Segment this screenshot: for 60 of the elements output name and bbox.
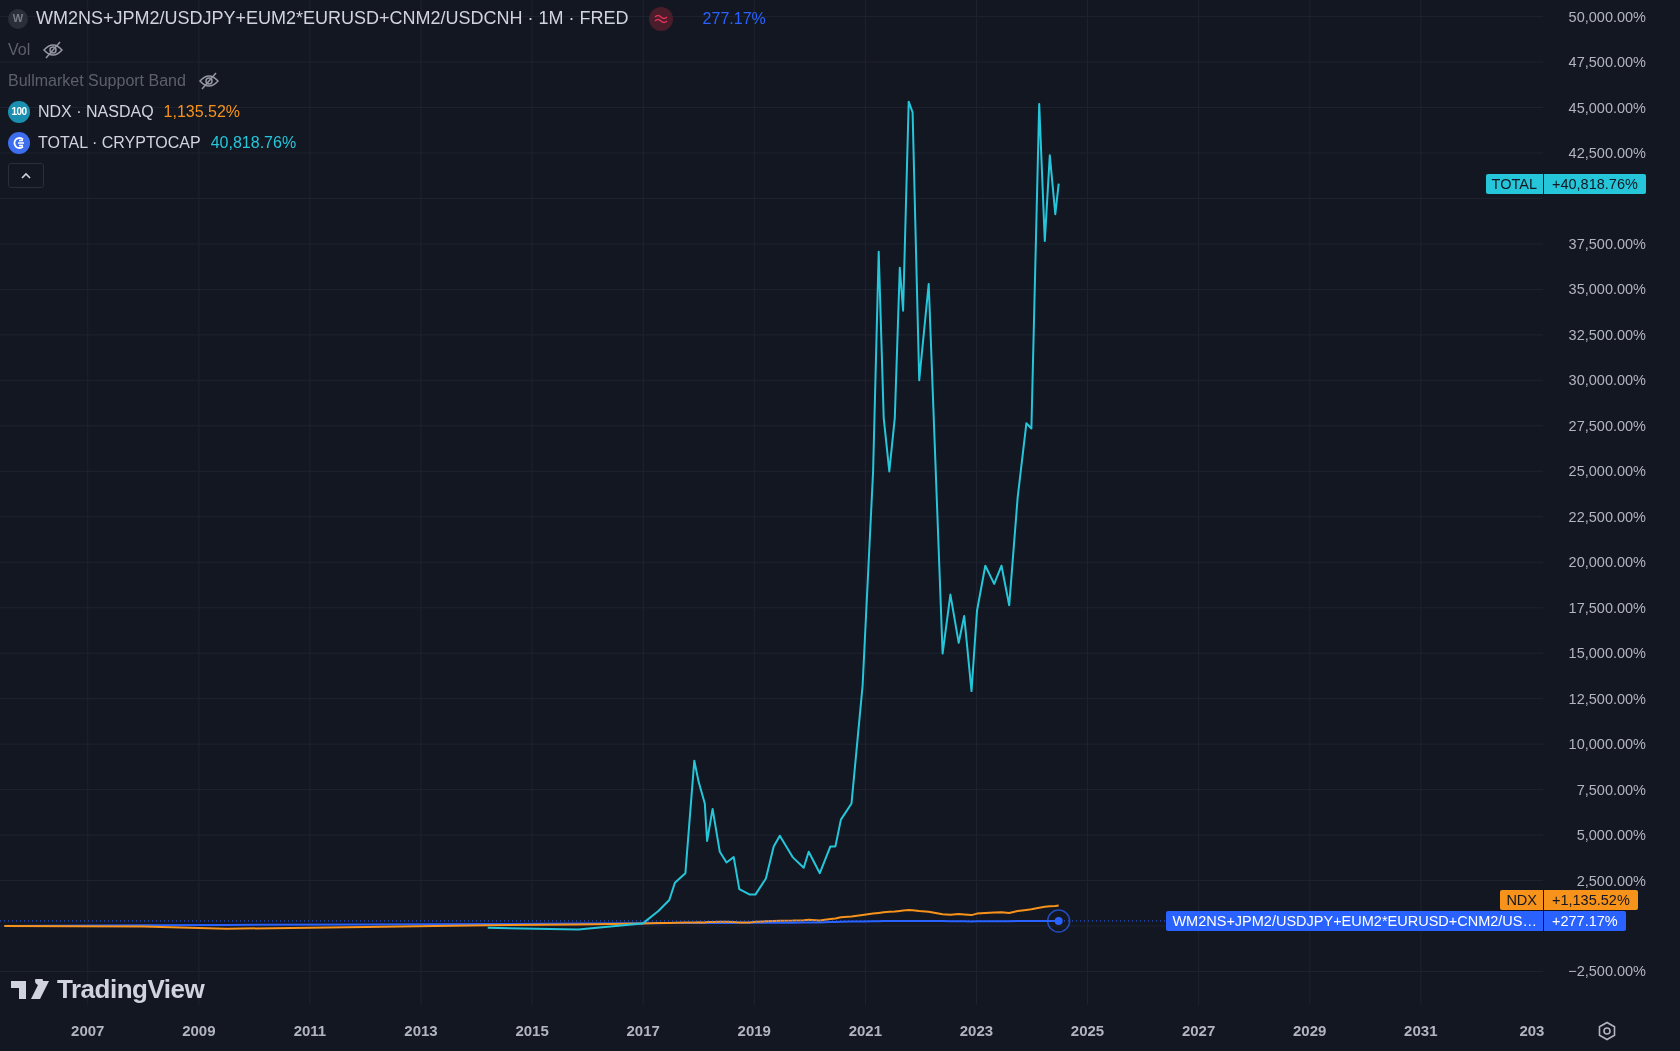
coin-icon [8,131,30,154]
axis-label: 35,000.00% [1568,281,1646,298]
symbol-label[interactable]: NDX · NASDAQ [38,99,154,124]
price-tag: +40,818.76% [1544,173,1646,194]
symbol-title[interactable]: WM2NS+JPM2/USDJPY+EUM2*EURUSD+CNM2/USDCNH · 1M · FRED [36,5,629,32]
axis-label: 32,500.00% [1568,326,1646,343]
axis-label: 2029 [1293,1022,1327,1039]
indicator-label: Vol [8,39,31,60]
axis-label: 37,500.00% [1568,235,1646,252]
axis-label: 203 [1519,1022,1545,1039]
legend-value: 1,135.52% [163,101,241,122]
axis-label: 2021 [848,1022,883,1039]
series-tag: WM2NS+JPM2/USDJPY+EUM2*EURUSD+CNM2/US… [1166,910,1543,931]
last-point-marker[interactable] [1046,909,1071,933]
axis-label: 22,500.00% [1568,508,1646,525]
axis-label: 2015 [515,1022,549,1039]
axis-label: 27,500.00% [1568,417,1646,434]
axis-label: 17,500.00% [1568,599,1646,616]
axis-label: 45,000.00% [1568,99,1646,116]
axis-label: 15,000.00% [1568,645,1646,662]
axis-label: 2007 [71,1022,105,1039]
eye-off-icon[interactable] [197,71,220,90]
axis-label: 2013 [404,1022,438,1039]
legend-value: 40,818.76% [210,132,297,153]
series-tag: NDX [1500,889,1543,910]
axis-label: 47,500.00% [1568,54,1646,71]
chevron-up-icon [20,171,32,180]
settings-icon[interactable] [1597,1021,1617,1041]
axis-label: 2023 [959,1022,994,1039]
series-tag: TOTAL [1485,173,1543,194]
price-tag: +277.17% [1544,910,1626,931]
price-tag: +1,135.52% [1544,889,1638,910]
collapse-button[interactable] [8,163,44,188]
axis-label: −2,500.00% [1568,963,1646,980]
axis-label: 2027 [1181,1022,1216,1039]
legend-value: 277.17% [702,8,766,29]
eye-off-icon[interactable] [42,40,65,59]
logo-icon [11,978,51,1001]
symbol-label[interactable]: TOTAL · CRYPTOCAP [38,130,201,155]
wave-icon [648,6,673,31]
axis-label: 2017 [626,1022,660,1039]
axis-label: 2011 [293,1022,327,1039]
axis-label: 2009 [182,1022,216,1039]
indicator-label: Bullmarket Support Band [8,70,186,91]
axis-label: 50,000.00% [1568,8,1646,25]
axis-label: 10,000.00% [1568,736,1646,753]
symbol-badge: 100 [8,100,30,123]
axis-label: 42,500.00% [1568,145,1646,161]
brand-name: TradingView [57,973,205,1006]
axis-label: 12,500.00% [1568,690,1646,707]
axis-label: 2,500.00% [1576,872,1646,889]
axis-label: 30,000.00% [1568,372,1646,389]
axis-label: 20,000.00% [1568,554,1646,571]
axis-label: 2019 [737,1022,771,1039]
axis-label: 2031 [1404,1022,1438,1039]
axis-label: 7,500.00% [1576,781,1646,798]
symbol-badge: W [8,8,28,29]
axis-label: 5,000.00% [1576,827,1646,844]
axis-label: 25,000.00% [1568,463,1646,480]
axis-label: 2025 [1070,1022,1105,1039]
